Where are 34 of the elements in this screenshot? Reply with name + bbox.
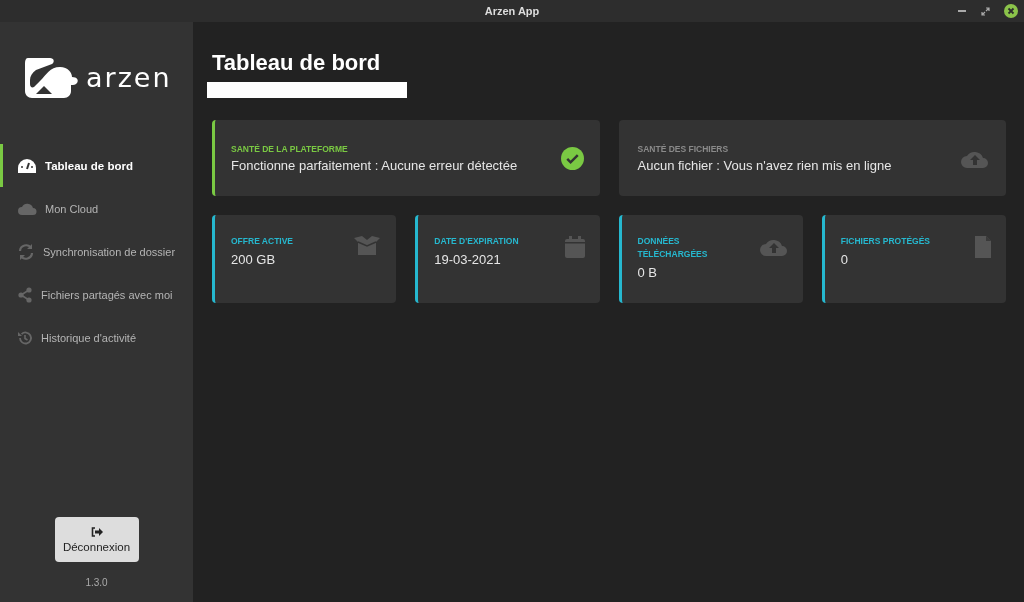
sidebar-item[interactable]: Historique d'activité: [0, 316, 193, 359]
file-icon: [974, 235, 992, 259]
check-circle-icon: [560, 146, 584, 170]
card-label: DONNÉES TÉLÉCHARGÉES: [637, 235, 709, 261]
cloud-icon: [17, 201, 37, 216]
card-text: Fonctionne parfaitement : Aucune erreur détectée: [231, 157, 518, 173]
card-value: 0 B: [637, 265, 658, 280]
maximize-icon[interactable]: [981, 6, 990, 16]
calendar-icon: [563, 235, 586, 259]
card-label: FICHIERS PROTÉGÉS: [840, 235, 930, 248]
logo-text: arzen: [86, 61, 172, 93]
card-value: 0: [840, 252, 849, 267]
window-title: Arzen App: [484, 5, 540, 17]
sign-out-icon: [90, 526, 103, 537]
history-icon: [17, 329, 33, 346]
page-title: Tableau de bord: [212, 50, 382, 76]
card-value: 19-03-2021: [434, 252, 502, 267]
close-icon[interactable]: [1004, 4, 1018, 18]
card-label: OFFRE ACTIVE: [231, 235, 294, 248]
sidebar-item[interactable]: Fichiers partagés avec moi: [0, 273, 193, 316]
logout-button[interactable]: Déconnexion: [54, 517, 139, 562]
minimize-icon[interactable]: [957, 9, 967, 13]
card-label: DATE D'EXPIRATION: [434, 235, 519, 248]
card-label: SANTÉ DE LA PLATEFORME: [231, 143, 349, 154]
gauge-icon: [17, 157, 37, 174]
card-text: Aucun fichier : Vous n'avez rien mis en ligne: [637, 157, 892, 173]
card-value: 200 GB: [231, 252, 277, 267]
share-icon: [17, 286, 33, 303]
sidebar-item[interactable]: Mon Cloud: [0, 187, 193, 230]
box-icon: [352, 235, 383, 257]
card-label: SANTÉ DES FICHIERS: [637, 143, 730, 154]
sync-icon: [17, 242, 35, 261]
version-text: 1.3.0: [84, 577, 109, 588]
sidebar-item[interactable]: Synchronisation de dossier: [0, 230, 193, 273]
